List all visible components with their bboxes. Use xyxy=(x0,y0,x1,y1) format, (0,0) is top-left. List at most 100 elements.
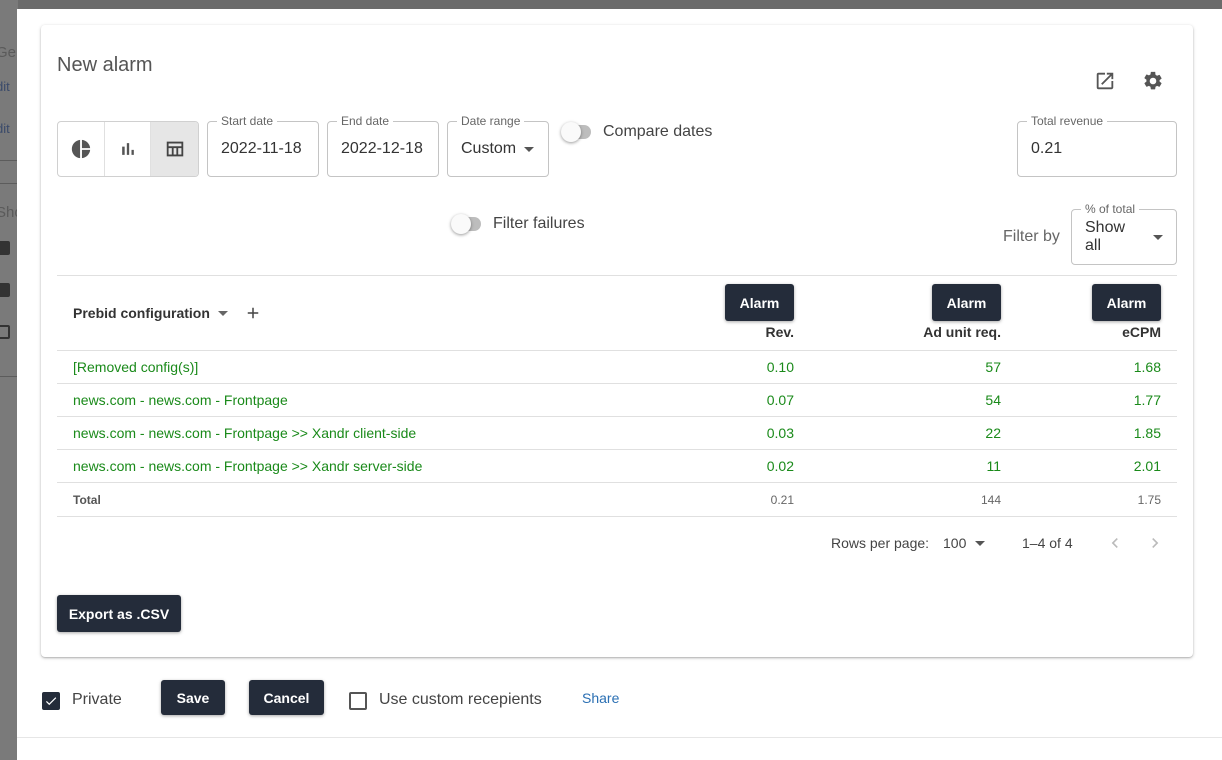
table-icon[interactable] xyxy=(151,122,198,176)
previous-page-icon[interactable] xyxy=(1105,528,1125,558)
alarm-button-ecpm[interactable]: Alarm xyxy=(1092,284,1161,321)
filter-by-select-label: % of total xyxy=(1081,202,1140,216)
column-header-ecpm[interactable]: eCPM xyxy=(1122,324,1161,340)
table-pagination: Rows per page: 100 1–4 of 4 xyxy=(57,528,1177,558)
row-rev: 0.07 xyxy=(766,392,794,408)
filter-by-value: Show all xyxy=(1085,219,1126,254)
row-rev: 0.03 xyxy=(766,425,794,441)
total-ad-unit-req: 144 xyxy=(980,492,1001,507)
add-icon[interactable] xyxy=(244,304,262,322)
date-range-label: Date range xyxy=(457,114,525,128)
custom-recipients-label: Use custom recepients xyxy=(379,691,542,708)
row-name: news.com - news.com - Frontpage >> Xandr… xyxy=(73,458,423,474)
group-by-label: Prebid configuration xyxy=(73,305,210,321)
row-ecpm: 1.85 xyxy=(1133,425,1161,441)
row-name: news.com - news.com - Frontpage xyxy=(73,392,288,408)
background-page: Ger dit dit Sho xyxy=(0,0,23,760)
table-header: Prebid configuration Alarm Rev. Alarm Ad… xyxy=(57,275,1177,351)
row-ecpm: 1.68 xyxy=(1133,359,1161,375)
background-checkbox xyxy=(0,241,10,255)
date-range-value: Custom xyxy=(461,140,517,157)
row-rev: 0.02 xyxy=(766,458,794,474)
alarm-card: New alarm Start date 2022-11-18 End date xyxy=(41,25,1193,657)
table-row[interactable]: [Removed config(s)] 0.10 57 1.68 xyxy=(57,351,1177,384)
end-date-value: 2022-12-18 xyxy=(341,140,423,157)
alarm-button-rev[interactable]: Alarm xyxy=(725,284,794,321)
column-ecpm: Alarm eCPM xyxy=(1092,284,1161,340)
column-header-rev[interactable]: Rev. xyxy=(765,324,794,340)
row-name: news.com - news.com - Frontpage >> Xandr… xyxy=(73,425,417,441)
total-revenue-value: 0.21 xyxy=(1031,140,1063,157)
filter-failures-toggle[interactable]: Filter failures xyxy=(451,214,585,234)
data-table: Prebid configuration Alarm Rev. Alarm Ad… xyxy=(57,275,1177,517)
compare-dates-label: Compare dates xyxy=(603,123,713,140)
total-label: Total xyxy=(73,492,101,507)
row-rev: 0.10 xyxy=(766,359,794,375)
table-row[interactable]: news.com - news.com - Frontpage 0.07 54 … xyxy=(57,384,1177,417)
custom-recipients-checkbox[interactable] xyxy=(349,692,367,710)
row-ad-unit-req: 54 xyxy=(985,392,1001,408)
cancel-button[interactable]: Cancel xyxy=(249,680,324,715)
row-ad-unit-req: 11 xyxy=(986,458,1001,474)
column-header-ad-unit-req[interactable]: Ad unit req. xyxy=(923,324,1001,340)
total-revenue-label: Total revenue xyxy=(1027,114,1108,128)
filter-by-label: Filter by xyxy=(1003,228,1060,245)
toggle-knob xyxy=(561,122,581,142)
end-date-field[interactable]: End date 2022-12-18 xyxy=(327,114,439,177)
dialog-title: New alarm xyxy=(57,54,153,76)
gear-icon[interactable] xyxy=(1139,67,1167,95)
row-ecpm: 2.01 xyxy=(1133,458,1161,474)
row-ad-unit-req: 57 xyxy=(985,359,1001,375)
chevron-down-icon xyxy=(1153,234,1163,240)
compare-dates-toggle[interactable]: Compare dates xyxy=(561,122,713,142)
row-ad-unit-req: 22 xyxy=(985,425,1001,441)
rows-per-page-label: Rows per page: xyxy=(831,535,930,551)
filter-by-select[interactable]: % of total Show all xyxy=(1071,202,1177,265)
row-ecpm: 1.77 xyxy=(1133,392,1161,408)
rows-per-page-value: 100 xyxy=(943,535,967,551)
date-range-select[interactable]: Date range Custom xyxy=(447,114,549,177)
chevron-down-icon xyxy=(975,540,986,546)
background-divider xyxy=(0,183,18,184)
chevron-down-icon xyxy=(524,146,535,152)
total-ecpm: 1.75 xyxy=(1137,492,1161,507)
start-date-field[interactable]: Start date 2022-11-18 xyxy=(207,114,319,177)
column-rev: Alarm Rev. xyxy=(725,284,794,340)
bar-chart-icon[interactable] xyxy=(105,122,152,176)
table-row[interactable]: news.com - news.com - Frontpage >> Xandr… xyxy=(57,417,1177,450)
column-ad-unit-req: Alarm Ad unit req. xyxy=(923,284,1001,340)
table-row[interactable]: news.com - news.com - Frontpage >> Xandr… xyxy=(57,450,1177,483)
pagination-range: 1–4 of 4 xyxy=(1022,535,1073,551)
group-by-select[interactable]: Prebid configuration xyxy=(73,304,262,322)
start-date-value: 2022-11-18 xyxy=(221,140,302,157)
next-page-icon[interactable] xyxy=(1145,528,1165,558)
toggle-track xyxy=(451,214,481,234)
open-in-new-icon[interactable] xyxy=(1091,67,1119,95)
background-checkbox xyxy=(0,283,10,297)
footer-divider xyxy=(17,737,1222,738)
share-link[interactable]: Share xyxy=(582,690,619,706)
chevron-down-icon xyxy=(217,310,228,316)
private-label: Private xyxy=(72,691,122,708)
save-button[interactable]: Save xyxy=(161,680,225,715)
pie-chart-icon[interactable] xyxy=(58,122,105,176)
visualization-toggle xyxy=(57,121,199,177)
background-divider xyxy=(0,160,18,161)
background-checkbox xyxy=(0,325,10,339)
background-divider xyxy=(0,376,18,377)
total-row: Total 0.21 144 1.75 xyxy=(57,483,1177,517)
total-rev: 0.21 xyxy=(770,492,794,507)
export-csv-button[interactable]: Export as .CSV xyxy=(57,595,181,632)
private-checkbox[interactable] xyxy=(42,692,60,710)
alarm-dialog: New alarm Start date 2022-11-18 End date xyxy=(17,9,1222,760)
background-link: dit xyxy=(0,121,10,136)
end-date-label: End date xyxy=(337,114,394,128)
toggle-track xyxy=(561,122,591,142)
background-link: dit xyxy=(0,79,10,94)
total-revenue-field[interactable]: Total revenue 0.21 xyxy=(1017,114,1177,177)
rows-per-page-select[interactable]: 100 xyxy=(943,528,986,558)
filter-failures-label: Filter failures xyxy=(493,215,585,232)
alarm-button-ad-unit-req[interactable]: Alarm xyxy=(932,284,1001,321)
dialog-footer: Private Save Cancel Use custom recepient… xyxy=(17,680,1222,716)
row-name: [Removed config(s)] xyxy=(73,359,199,375)
